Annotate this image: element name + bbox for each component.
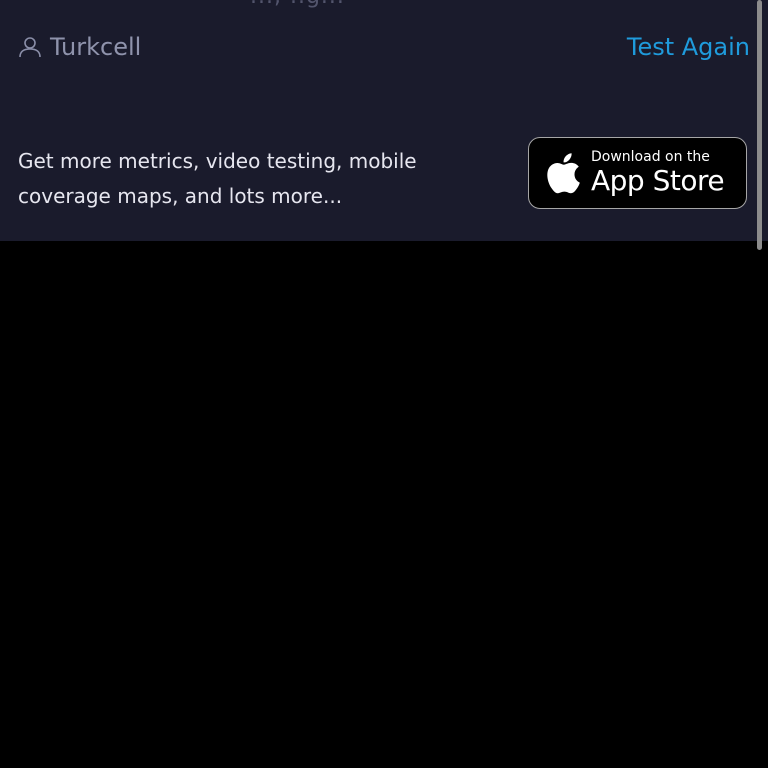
- promo-text: Get more metrics, video testing, mobile …: [18, 149, 417, 208]
- provider-info: Turkcell: [18, 30, 141, 64]
- person-icon: [18, 35, 42, 59]
- app-store-labels: Download on the App Store: [591, 149, 725, 197]
- scrollbar[interactable]: [757, 0, 762, 250]
- result-panel: ..., ..g... Turkcell Test Again Get more…: [0, 0, 768, 241]
- cut-off-header-text: ..., ..g...: [250, 0, 345, 9]
- app-store-small-label: Download on the: [591, 149, 710, 165]
- page: ..., ..g... Turkcell Test Again Get more…: [0, 0, 768, 768]
- provider-name: Turkcell: [50, 33, 142, 61]
- test-again-button[interactable]: Test Again: [627, 30, 750, 64]
- app-store-button[interactable]: Download on the App Store: [528, 137, 747, 209]
- app-store-large-label: App Store: [591, 164, 725, 197]
- apple-icon: [545, 151, 581, 195]
